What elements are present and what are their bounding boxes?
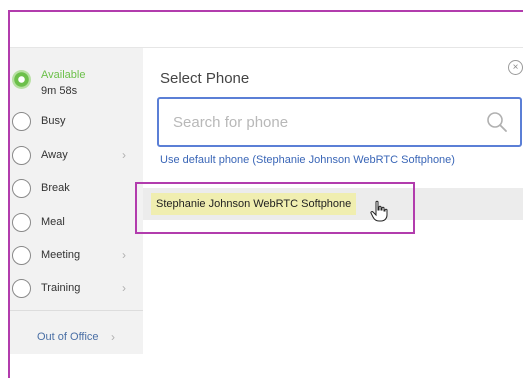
status-radio-available[interactable] <box>12 69 31 89</box>
status-label-break: Break <box>41 182 70 194</box>
status-label-available: Available <box>41 69 86 81</box>
sidebar-divider <box>10 310 143 311</box>
top-bar <box>10 12 523 48</box>
search-icon[interactable] <box>486 111 508 138</box>
panel-title: Select Phone <box>160 70 250 87</box>
status-radio-away[interactable] <box>12 145 31 165</box>
out-of-office-link[interactable]: Out of Office <box>37 331 99 343</box>
use-default-phone-link[interactable]: Use default phone (Stephanie Johnson Web… <box>160 154 455 166</box>
status-radio-meeting[interactable] <box>12 245 31 265</box>
training-chevron-icon[interactable]: › <box>122 281 126 295</box>
status-item-training[interactable]: Training <box>12 278 80 298</box>
status-label-busy: Busy <box>41 115 66 127</box>
status-label-meal: Meal <box>41 216 65 228</box>
status-item-break[interactable]: Break <box>12 178 70 198</box>
status-label-meeting: Meeting <box>41 249 81 261</box>
phone-search-input[interactable] <box>173 113 463 131</box>
status-item-away[interactable]: Away <box>12 145 68 165</box>
status-radio-meal[interactable] <box>12 212 31 232</box>
status-label-training: Training <box>41 282 81 294</box>
close-icon[interactable]: × <box>508 60 523 75</box>
hand-cursor-icon <box>370 200 388 227</box>
out-of-office-chevron-icon[interactable]: › <box>111 330 115 344</box>
status-label-away: Away <box>41 149 68 161</box>
status-timer: 9m 58s <box>41 85 78 97</box>
status-radio-training[interactable] <box>12 278 31 298</box>
phone-search-field[interactable] <box>157 97 522 147</box>
status-item-busy[interactable]: Busy <box>12 111 65 131</box>
status-radio-break[interactable] <box>12 178 31 198</box>
status-item-meeting[interactable]: Meeting <box>12 245 80 265</box>
status-radio-busy[interactable] <box>12 111 31 131</box>
status-item-meal[interactable]: Meal <box>12 212 65 232</box>
away-chevron-icon[interactable]: › <box>122 148 126 162</box>
meeting-chevron-icon[interactable]: › <box>122 248 126 262</box>
